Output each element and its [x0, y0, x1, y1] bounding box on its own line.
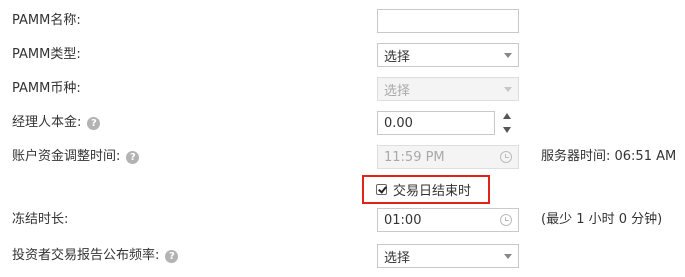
question-circle-icon[interactable]: ? [126, 150, 140, 164]
freeze-duration-label: 冻结时长: [12, 212, 69, 227]
question-circle-icon[interactable]: ? [165, 249, 179, 263]
pamm-name-label: PAMM名称: [12, 13, 81, 28]
end-of-trading-day-checkbox[interactable]: 交易日结束时 [362, 175, 490, 204]
pamm-name-row: PAMM名称: [0, 6, 685, 36]
up-down-arrows-icon[interactable] [501, 113, 513, 133]
increment-arrow-icon[interactable] [503, 113, 511, 119]
pamm-type-row: PAMM类型: 选择 [0, 40, 685, 70]
report-frequency-row: 投资者交易报告公布频率: ? 选择 [0, 241, 685, 271]
checkbox-checked-icon[interactable] [376, 184, 387, 195]
manager-capital-row: 经理人本金: ? 0.00 [0, 108, 685, 138]
caret-down-icon [504, 253, 512, 259]
freeze-duration-hint: (最少 1 小时 0 分钟) [541, 212, 663, 227]
pamm-type-select[interactable]: 选择 [377, 43, 519, 67]
clock-icon [500, 151, 512, 163]
freeze-duration-row: 冻结时长: 01:00 (最少 1 小时 0 分钟) [0, 205, 685, 235]
pamm-type-label: PAMM类型: [12, 47, 81, 62]
pamm-name-input[interactable] [377, 9, 519, 33]
caret-down-icon [504, 86, 512, 92]
pamm-currency-row: PAMM币种: 选择 [0, 74, 685, 104]
balance-adjust-time-row: 账户资金调整时间: ? 11:59 PM 服务器时间: 06:51 AM [0, 142, 685, 172]
report-frequency-select[interactable]: 选择 [377, 244, 519, 268]
pamm-currency-label: PAMM币种: [12, 81, 81, 96]
balance-adjust-time-input[interactable]: 11:59 PM [377, 145, 519, 169]
decrement-arrow-icon[interactable] [503, 127, 511, 133]
freeze-duration-input[interactable]: 01:00 [377, 208, 519, 232]
manager-capital-input[interactable]: 0.00 [377, 111, 495, 135]
question-circle-icon[interactable]: ? [87, 116, 101, 130]
server-time-text: 服务器时间: 06:51 AM [541, 149, 677, 164]
pamm-currency-select[interactable]: 选择 [377, 77, 519, 101]
balance-adjust-time-label: 账户资金调整时间: ? [12, 142, 140, 172]
clock-icon [500, 214, 512, 226]
report-frequency-label: 投资者交易报告公布频率: ? [12, 241, 179, 271]
caret-down-icon [504, 52, 512, 58]
manager-capital-label: 经理人本金: ? [12, 108, 101, 138]
